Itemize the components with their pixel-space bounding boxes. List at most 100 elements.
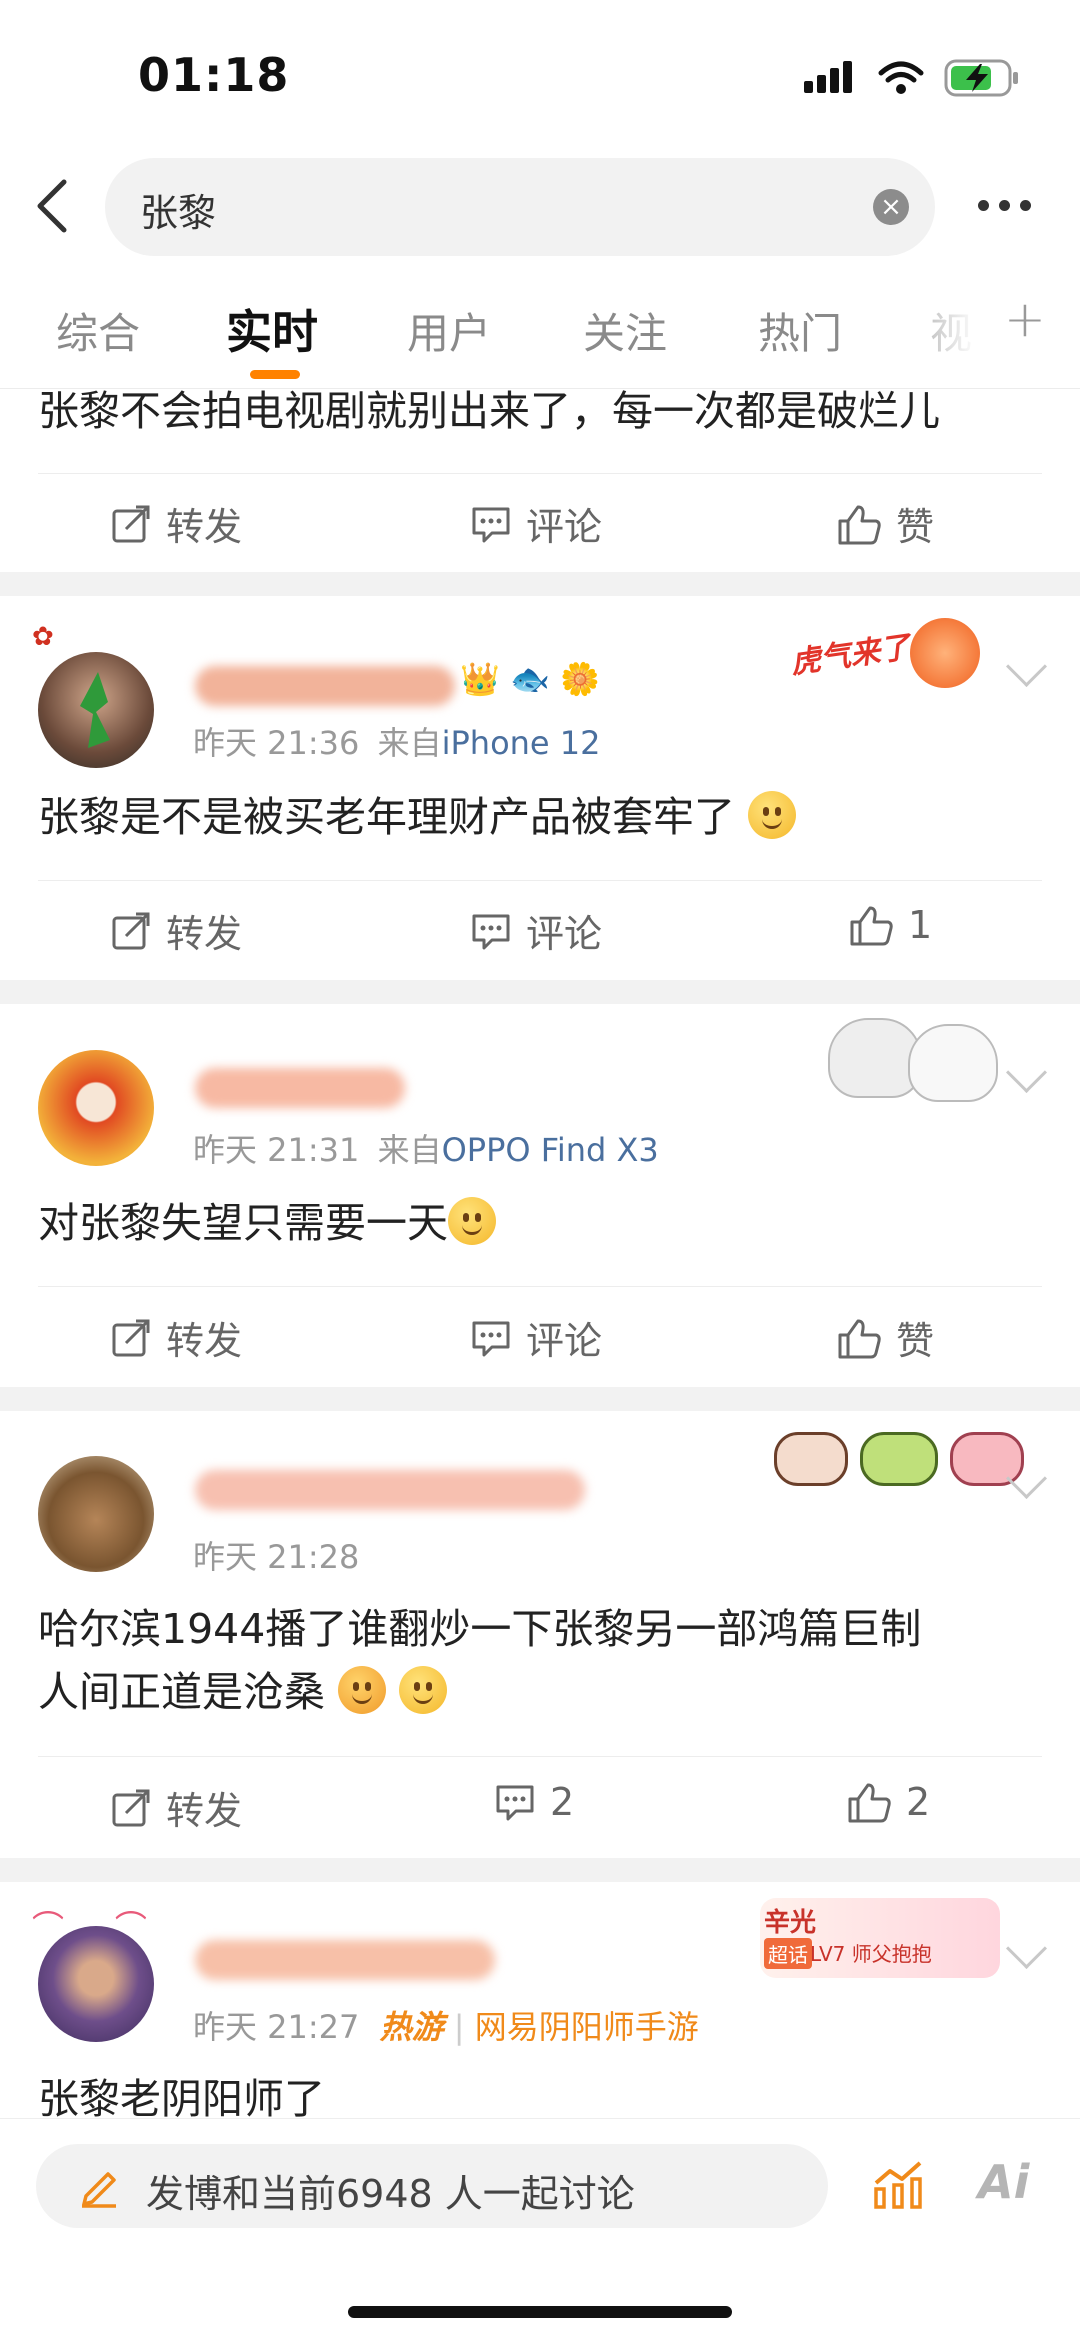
status-icons	[804, 58, 1020, 98]
avatar[interactable]	[38, 1050, 154, 1166]
repost-button[interactable]: 转发	[110, 903, 242, 958]
sticker-decoration	[774, 1432, 1024, 1486]
smile-emoji	[448, 1197, 496, 1245]
post-time: 昨天 21:36	[193, 724, 360, 762]
post-text: 张黎是不是被买老年理财产品被套牢了	[38, 786, 1038, 849]
source-tag: 热游	[379, 2008, 444, 2046]
post-meta: 昨天 21:27 热游 | 网易阴阳师手游	[193, 2008, 699, 2046]
repost-button[interactable]: 转发	[110, 496, 242, 551]
repost-button[interactable]: 转发	[110, 1310, 242, 1365]
user-badges: 👑 🐟 🌼	[460, 660, 600, 698]
repost-label: 转发	[166, 912, 243, 956]
comment-button[interactable]: 评论	[470, 1310, 602, 1365]
like-icon	[838, 505, 881, 544]
chevron-down-icon[interactable]	[1005, 1927, 1048, 1970]
repost-button[interactable]: 转发	[110, 1780, 242, 1835]
comment-button[interactable]: 2	[494, 1780, 574, 1824]
repost-label: 转发	[166, 1319, 243, 1363]
tab-comprehensive[interactable]: 综合	[56, 300, 140, 361]
sweat-smile-emoji	[748, 791, 797, 839]
tab-realtime[interactable]: 实时	[226, 296, 318, 362]
post-time: 昨天 21:27	[193, 2008, 360, 2046]
chevron-down-icon[interactable]	[1005, 645, 1048, 688]
avatar-frame-decoration: ✿	[32, 622, 54, 652]
repost-icon	[112, 912, 150, 949]
user-name[interactable]	[195, 666, 455, 706]
clear-icon[interactable]: ×	[873, 189, 909, 225]
edit-icon	[82, 2172, 116, 2208]
tab-active-indicator	[250, 370, 300, 379]
like-count: 1	[908, 903, 933, 947]
wifi-icon	[878, 61, 924, 94]
compose-placeholder: 发博和当前6948 人一起讨论	[146, 2172, 635, 2216]
comment-button[interactable]: 评论	[470, 496, 602, 551]
search-input[interactable]: 张黎 ×	[105, 158, 935, 256]
post-text-line-2: 人间正道是沧桑	[38, 1661, 1038, 1724]
like-button[interactable]: 2	[846, 1780, 930, 1824]
tab-hot[interactable]: 热门	[758, 300, 842, 361]
like-button[interactable]: 赞	[836, 1310, 934, 1365]
badge-level: LV7 师父抱抱	[810, 1942, 932, 1966]
like-icon	[838, 1319, 881, 1358]
more-icon[interactable]	[978, 200, 1031, 211]
repost-label: 转发	[166, 1789, 243, 1833]
chart-icon[interactable]	[872, 2157, 926, 2209]
repost-icon	[112, 1789, 150, 1826]
ai-icon[interactable]: Ai	[978, 2155, 1029, 2209]
plus-icon[interactable]: +	[1004, 290, 1046, 348]
post-meta: 昨天 21:31 来自OPPO Find X3	[193, 1125, 659, 1171]
repost-icon	[112, 1319, 150, 1356]
post-text-line-1: 哈尔滨1944播了谁翻炒一下张黎另一部鸿篇巨制	[38, 1605, 922, 1653]
home-indicator[interactable]	[348, 2306, 732, 2318]
repost-label: 转发	[166, 505, 243, 549]
badge-name: 辛光	[764, 1908, 817, 1938]
like-count: 2	[906, 1780, 931, 1824]
paw-icon	[910, 618, 980, 688]
from-label: 来自	[377, 724, 442, 762]
like-icon	[848, 1783, 891, 1823]
cat-sticker-decoration	[828, 1010, 998, 1102]
from-label: 来自	[377, 1131, 442, 1169]
avatar[interactable]	[38, 1456, 154, 1572]
comment-label: 评论	[526, 505, 603, 549]
like-label: 赞	[896, 1319, 935, 1363]
post-text: 张黎不会拍电视剧就别出来了，每一次都是破烂儿	[38, 387, 940, 435]
card-badge-decoration: 虎气来了	[788, 618, 990, 698]
smile-emoji	[399, 1666, 448, 1714]
back-icon[interactable]	[28, 176, 78, 236]
post-text: 哈尔滨1944播了谁翻炒一下张黎另一部鸿篇巨制 人间正道是沧桑	[38, 1598, 1038, 1724]
comment-label: 评论	[526, 1319, 603, 1363]
card-badge-text: 虎气来了	[788, 629, 913, 682]
user-name[interactable]	[195, 1068, 405, 1108]
comment-icon	[496, 1785, 534, 1821]
comment-icon	[472, 507, 510, 542]
post-source[interactable]: OPPO Find X3	[442, 1131, 659, 1169]
badge-tag: 超话	[764, 1938, 812, 1969]
status-time: 01:18	[138, 48, 290, 102]
post-meta: 昨天 21:36 来自iPhone 12	[193, 718, 601, 764]
like-label: 赞	[896, 505, 935, 549]
compose-input[interactable]: 发博和当前6948 人一起讨论	[36, 2144, 828, 2228]
post-source[interactable]: iPhone 12	[442, 724, 601, 762]
post-source[interactable]: 网易阴阳师手游	[475, 2008, 699, 2046]
user-name[interactable]	[195, 1940, 495, 1980]
repost-icon	[112, 505, 150, 542]
comment-icon	[472, 914, 510, 949]
like-button[interactable]: 1	[848, 903, 932, 947]
avatar[interactable]	[38, 1926, 154, 2042]
tab-bar: 综合 实时 用户 关注 热门 视 +	[0, 290, 1080, 390]
comment-label: 评论	[526, 912, 603, 956]
tab-following[interactable]: 关注	[583, 300, 667, 361]
party-emoji	[338, 1666, 387, 1714]
tab-users[interactable]: 用户	[407, 300, 491, 361]
search-query: 张黎	[140, 191, 217, 235]
battery-icon	[944, 59, 1018, 97]
avatar[interactable]	[38, 652, 154, 768]
supertopic-badge[interactable]: 辛光 超话 LV7 师父抱抱	[760, 1898, 1000, 1978]
chevron-down-icon[interactable]	[1005, 1051, 1048, 1094]
like-button[interactable]: 赞	[836, 496, 934, 551]
post-time: 昨天 21:28	[193, 1538, 360, 1576]
post-meta: 昨天 21:28	[193, 1532, 359, 1578]
user-name[interactable]	[195, 1470, 585, 1510]
comment-button[interactable]: 评论	[470, 903, 602, 958]
